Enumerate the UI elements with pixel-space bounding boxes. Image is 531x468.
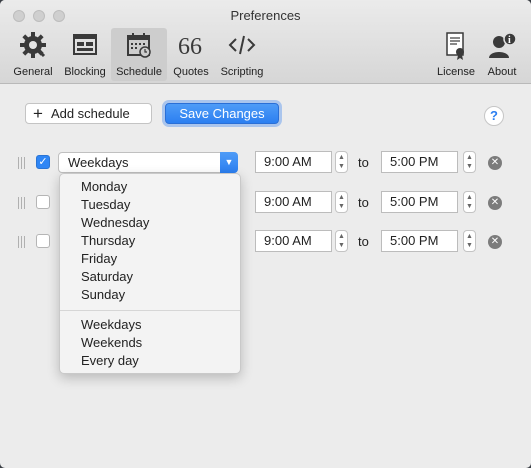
dropdown-option-thursday[interactable]: Thursday [81, 233, 135, 248]
chevron-down-icon: ▼ [220, 152, 238, 173]
start-time-stepper[interactable]: ▲ ▼ [335, 191, 348, 213]
end-time-stepper[interactable]: ▲ ▼ [463, 230, 476, 252]
to-label: to [358, 195, 369, 210]
toolbar-label: About [487, 66, 517, 78]
days-select[interactable]: Weekdays ▼ [58, 152, 238, 173]
remove-row-icon[interactable]: ✕ [488, 196, 502, 210]
plus-icon: + [33, 104, 43, 123]
toolbar-label: Quotes [173, 66, 209, 78]
remove-row-icon[interactable]: ✕ [488, 235, 502, 249]
toolbar-general[interactable]: General [10, 28, 56, 81]
to-label: to [358, 155, 369, 170]
dropdown-option-tuesday[interactable]: Tuesday [81, 197, 130, 212]
start-time-stepper[interactable]: ▲ ▼ [335, 230, 348, 252]
user-info-icon: i [489, 32, 517, 58]
help-button[interactable]: ? [484, 106, 504, 126]
remove-row-icon[interactable]: ✕ [488, 156, 502, 170]
toolbar-blocking[interactable]: Blocking [60, 28, 110, 81]
toolbar-label: Blocking [64, 66, 106, 78]
drag-handle-icon[interactable] [18, 236, 26, 248]
checkmark-icon: ✓ [38, 156, 48, 168]
days-select-value: Weekdays [68, 155, 129, 170]
save-changes-label: Save Changes [179, 106, 265, 121]
schedule-row: ✓ Weekdays ▼ 9:00 AM ▲ ▼ to 5:00 PM ▲ ▼ ✕ [0, 151, 531, 175]
calendar-icon [127, 33, 151, 58]
toolbar-label: Schedule [116, 66, 162, 78]
save-changes-button[interactable]: Save Changes [165, 103, 279, 124]
schedule-enabled-checkbox[interactable] [36, 195, 50, 209]
toolbar-about[interactable]: i About [482, 28, 522, 81]
toolbar-quotes[interactable]: 66 Quotes [170, 28, 212, 81]
blocking-icon [73, 34, 97, 55]
toolbar-label: General [13, 66, 53, 78]
end-time-stepper[interactable]: ▲ ▼ [463, 151, 476, 173]
dropdown-option-weekdays[interactable]: Weekdays [81, 317, 141, 332]
svg-text:66: 66 [178, 34, 202, 59]
end-time-field[interactable]: 5:00 PM [381, 230, 458, 252]
gear-icon [20, 32, 46, 58]
dropdown-option-weekends[interactable]: Weekends [81, 335, 142, 350]
schedule-enabled-checkbox[interactable] [36, 234, 50, 248]
toolbar-label: Scripting [220, 66, 264, 78]
preferences-window: Preferences General Blocking Schedule 66… [0, 0, 531, 468]
certificate-icon [446, 32, 464, 60]
drag-handle-icon[interactable] [18, 197, 26, 209]
start-time-field[interactable]: 9:00 AM [255, 230, 332, 252]
dropdown-option-every-day[interactable]: Every day [81, 353, 139, 368]
svg-text:i: i [508, 35, 511, 46]
start-time-field[interactable]: 9:00 AM [255, 151, 332, 173]
toolbar-scripting[interactable]: Scripting [216, 28, 268, 81]
start-time-stepper[interactable]: ▲ ▼ [335, 151, 348, 173]
end-time-field[interactable]: 5:00 PM [381, 151, 458, 173]
days-dropdown-menu: Monday Tuesday Wednesday Thursday Friday… [59, 173, 241, 374]
add-schedule-button[interactable]: + Add schedule [25, 103, 152, 124]
add-schedule-label: Add schedule [50, 106, 130, 121]
schedule-enabled-checkbox[interactable]: ✓ [36, 155, 50, 169]
dropdown-option-sunday[interactable]: Sunday [81, 287, 125, 302]
drag-handle-icon[interactable] [18, 157, 26, 169]
end-time-stepper[interactable]: ▲ ▼ [463, 191, 476, 213]
dropdown-separator [60, 310, 240, 311]
dropdown-option-friday[interactable]: Friday [81, 251, 117, 266]
start-time-field[interactable]: 9:00 AM [255, 191, 332, 213]
toolbar-schedule[interactable]: Schedule [111, 28, 167, 81]
toolbar-license[interactable]: License [434, 28, 478, 81]
title-bar: Preferences General Blocking Schedule 66… [0, 0, 531, 84]
toolbar-label: License [437, 66, 475, 78]
dropdown-option-monday[interactable]: Monday [81, 179, 127, 194]
code-icon [228, 35, 256, 55]
dropdown-option-saturday[interactable]: Saturday [81, 269, 133, 284]
to-label: to [358, 234, 369, 249]
quotes-icon: 66 [178, 34, 202, 59]
end-time-field[interactable]: 5:00 PM [381, 191, 458, 213]
window-title: Preferences [230, 8, 301, 23]
dropdown-option-wednesday[interactable]: Wednesday [81, 215, 149, 230]
